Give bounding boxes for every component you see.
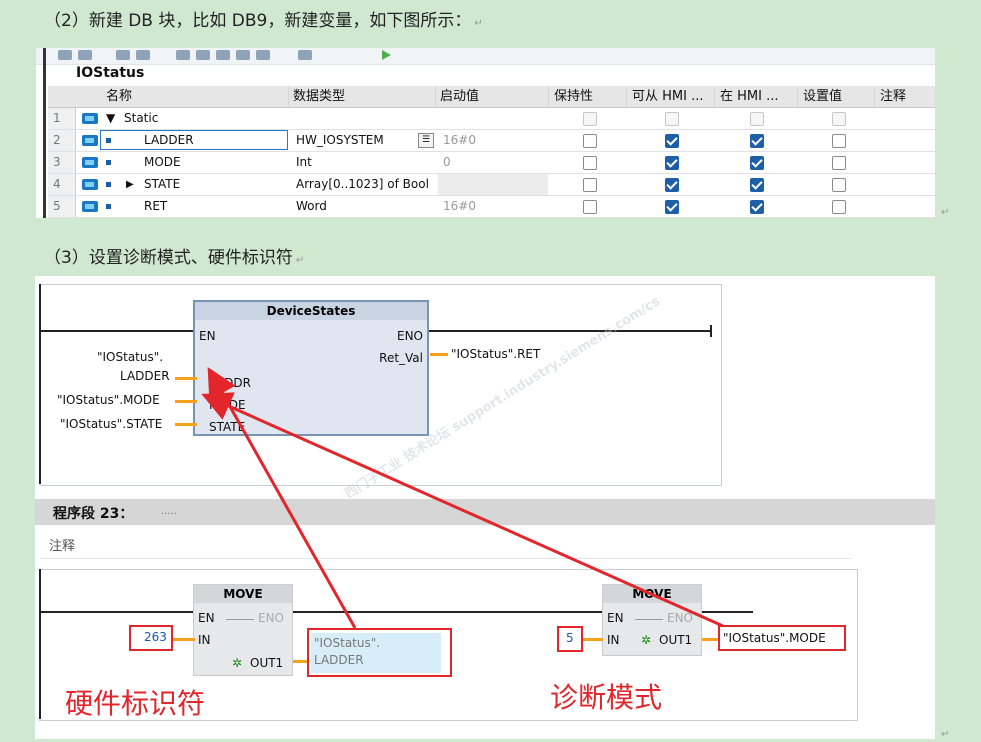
table-row[interactable]: 1 ▼ Static — [48, 108, 935, 130]
db-element-icon — [82, 113, 98, 124]
retain-checkbox — [583, 112, 597, 126]
setpoint-checkbox[interactable] — [832, 178, 846, 192]
toolbar-start-value-icon[interactable] — [236, 50, 250, 60]
setpoint-checkbox — [832, 112, 846, 126]
table-row[interactable]: 3 MODE Int 0 — [48, 152, 935, 174]
row-name[interactable]: MODE — [144, 152, 274, 173]
table-header-row: 名称 数据类型 启动值 保持性 可从 HMI ... 在 HMI ... 设置值… — [48, 86, 935, 108]
col-header-visible-hmi[interactable]: 在 HMI ... — [720, 86, 798, 107]
row-name[interactable]: STATE — [144, 174, 274, 195]
toolbar-copy-icon[interactable] — [136, 50, 150, 60]
retain-checkbox[interactable] — [583, 156, 597, 170]
accessible-hmi-checkbox — [665, 112, 679, 126]
expand-arrow-icon[interactable]: ▶ — [126, 174, 134, 195]
row-start-value[interactable]: 16#0 — [443, 196, 543, 217]
visible-hmi-checkbox[interactable] — [750, 156, 764, 170]
annotation-arrows — [201, 366, 724, 629]
visible-hmi-checkbox[interactable] — [750, 178, 764, 192]
retain-checkbox[interactable] — [583, 200, 597, 214]
arrow-laddr — [207, 366, 357, 629]
toolbar-monitor-icon[interactable] — [298, 50, 312, 60]
setpoint-checkbox[interactable] — [832, 200, 846, 214]
row-start-value — [438, 174, 548, 195]
table-row[interactable]: 4 ▶ STATE Array[0..1023] of Bool — [48, 174, 935, 196]
db-element-icon — [82, 135, 98, 146]
visible-hmi-checkbox — [750, 112, 764, 126]
db-element-icon — [82, 157, 98, 168]
toolbar-add-row-icon[interactable] — [78, 50, 92, 60]
retain-checkbox[interactable] — [583, 178, 597, 192]
retain-checkbox[interactable] — [583, 134, 597, 148]
toolbar-reset-icon[interactable] — [176, 50, 190, 60]
editor-left-border — [43, 48, 46, 218]
step3-heading: （3）设置诊断模式、硬件标识符 ↵ — [44, 248, 305, 268]
db-editor-screenshot: IOStatus 名称 数据类型 启动值 保持性 可从 HMI ... 在 HM… — [36, 48, 935, 218]
paragraph-mark: ↵ — [941, 207, 950, 218]
row-datatype[interactable]: Int — [296, 152, 426, 173]
toolbar-load-icon[interactable] — [196, 50, 210, 60]
static-variable-icon — [106, 160, 111, 165]
toolbar-insert-row-icon[interactable] — [58, 50, 72, 60]
col-header-name[interactable]: 名称 — [106, 86, 286, 107]
db-toolbar — [36, 48, 935, 65]
accessible-hmi-checkbox[interactable] — [665, 156, 679, 170]
toolbar-play-icon[interactable] — [382, 50, 391, 60]
col-header-retain[interactable]: 保持性 — [554, 86, 624, 107]
row-name[interactable]: RET — [144, 196, 274, 217]
toolbar-apply-icon[interactable] — [216, 50, 230, 60]
row-start-value[interactable]: 0 — [443, 152, 543, 173]
datatype-browse-icon[interactable]: ☰ — [418, 133, 434, 148]
static-variable-icon — [106, 138, 111, 143]
expand-arrow-icon[interactable]: ▼ — [106, 108, 115, 129]
static-variable-icon — [106, 204, 111, 209]
col-header-setpoint[interactable]: 设置值 — [803, 86, 873, 107]
db-element-icon — [82, 201, 98, 212]
col-header-start-value[interactable]: 启动值 — [440, 86, 540, 107]
setpoint-checkbox[interactable] — [832, 134, 846, 148]
accessible-hmi-checkbox[interactable] — [665, 134, 679, 148]
col-header-comment[interactable]: 注释 — [880, 86, 935, 107]
row-name[interactable]: LADDER — [144, 130, 274, 151]
col-header-datatype[interactable]: 数据类型 — [293, 86, 433, 107]
table-row[interactable]: 5 RET Word 16#0 — [48, 196, 935, 218]
db-block-name: IOStatus — [76, 65, 145, 81]
accessible-hmi-checkbox[interactable] — [665, 178, 679, 192]
visible-hmi-checkbox[interactable] — [750, 200, 764, 214]
toolbar-settings-icon[interactable] — [256, 50, 270, 60]
row-datatype[interactable]: Array[0..1023] of Bool — [296, 174, 436, 195]
paragraph-mark: ↵ — [941, 729, 950, 740]
static-variable-icon — [106, 182, 111, 187]
db-element-icon — [82, 179, 98, 190]
visible-hmi-checkbox[interactable] — [750, 134, 764, 148]
row-start-value[interactable]: 16#0 — [443, 130, 543, 151]
row-datatype[interactable]: Word — [296, 196, 426, 217]
col-header-accessible-hmi[interactable]: 可从 HMI ... — [632, 86, 712, 107]
accessible-hmi-checkbox[interactable] — [665, 200, 679, 214]
table-row[interactable]: 2 LADDER HW_IOSYSTEM ☰ 16#0 — [48, 130, 935, 152]
row-datatype[interactable]: HW_IOSYSTEM — [296, 130, 416, 151]
setpoint-checkbox[interactable] — [832, 156, 846, 170]
step2-heading: （2）新建 DB 块，比如 DB9，新建变量，如下图所示： ↵ — [44, 11, 483, 31]
row-name[interactable]: Static — [124, 108, 274, 129]
ladder-editor-screenshot: DeviceStates EN ENO Ret_Val LADDR MODE S… — [35, 276, 935, 739]
toolbar-snapshot-icon[interactable] — [116, 50, 130, 60]
